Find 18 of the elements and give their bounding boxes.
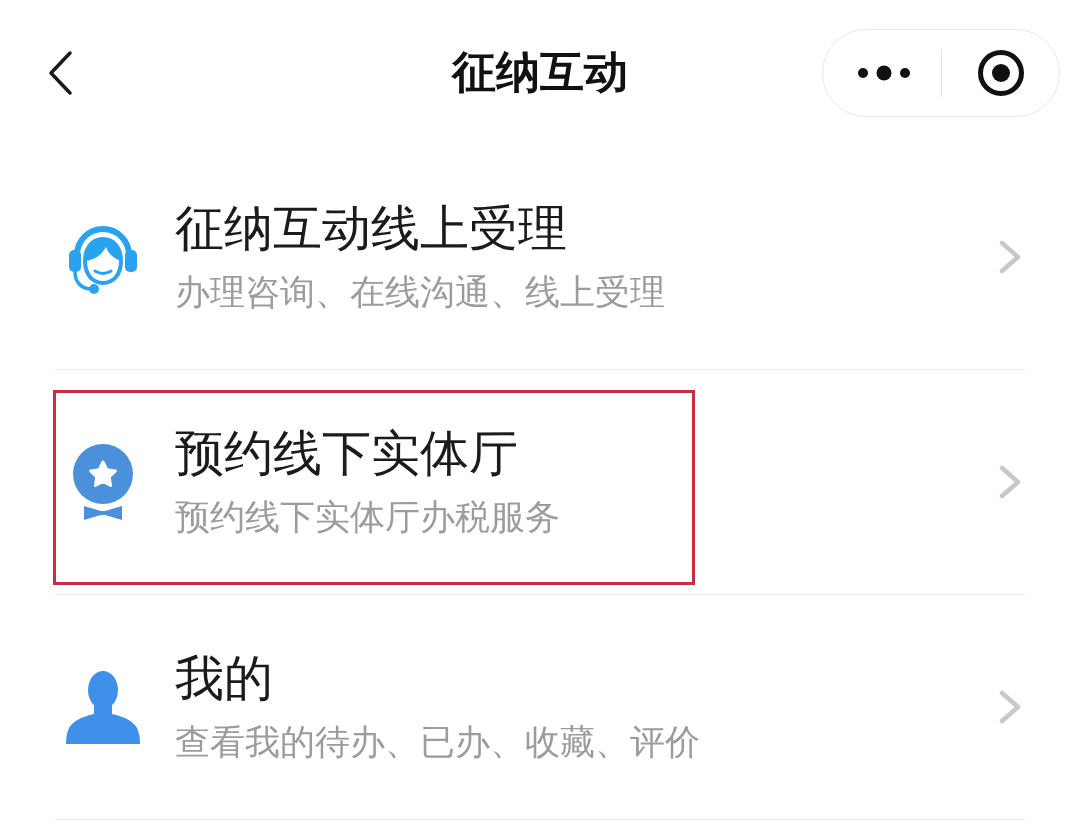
menu-item[interactable]: 征纳互动线上受理 办理咨询、在线沟通、线上受理 [55, 145, 1025, 370]
star-badge-icon [71, 444, 135, 520]
chevron-right-icon [998, 240, 1022, 274]
chevron-right-icon [998, 690, 1022, 724]
item-subtitle: 查看我的待办、已办、收藏、评价 [175, 721, 700, 764]
menu-item[interactable]: 预约线下实体厅 预约线下实体厅办税服务 [55, 370, 1025, 595]
back-icon[interactable] [46, 49, 74, 96]
more-icon[interactable] [857, 64, 910, 81]
user-icon [65, 670, 141, 744]
item-subtitle: 预约线下实体厅办税服务 [175, 496, 560, 539]
circle-dot-icon[interactable] [978, 49, 1024, 96]
item-title: 预约线下实体厅 [175, 425, 518, 483]
item-subtitle: 办理咨询、在线沟通、线上受理 [175, 271, 665, 314]
menu-item[interactable]: 我的 查看我的待办、已办、收藏、评价 [55, 595, 1025, 820]
item-title: 征纳互动线上受理 [175, 200, 567, 258]
page-title: 征纳互动 [452, 46, 628, 99]
item-title: 我的 [175, 650, 273, 708]
chevron-right-icon [998, 465, 1022, 499]
